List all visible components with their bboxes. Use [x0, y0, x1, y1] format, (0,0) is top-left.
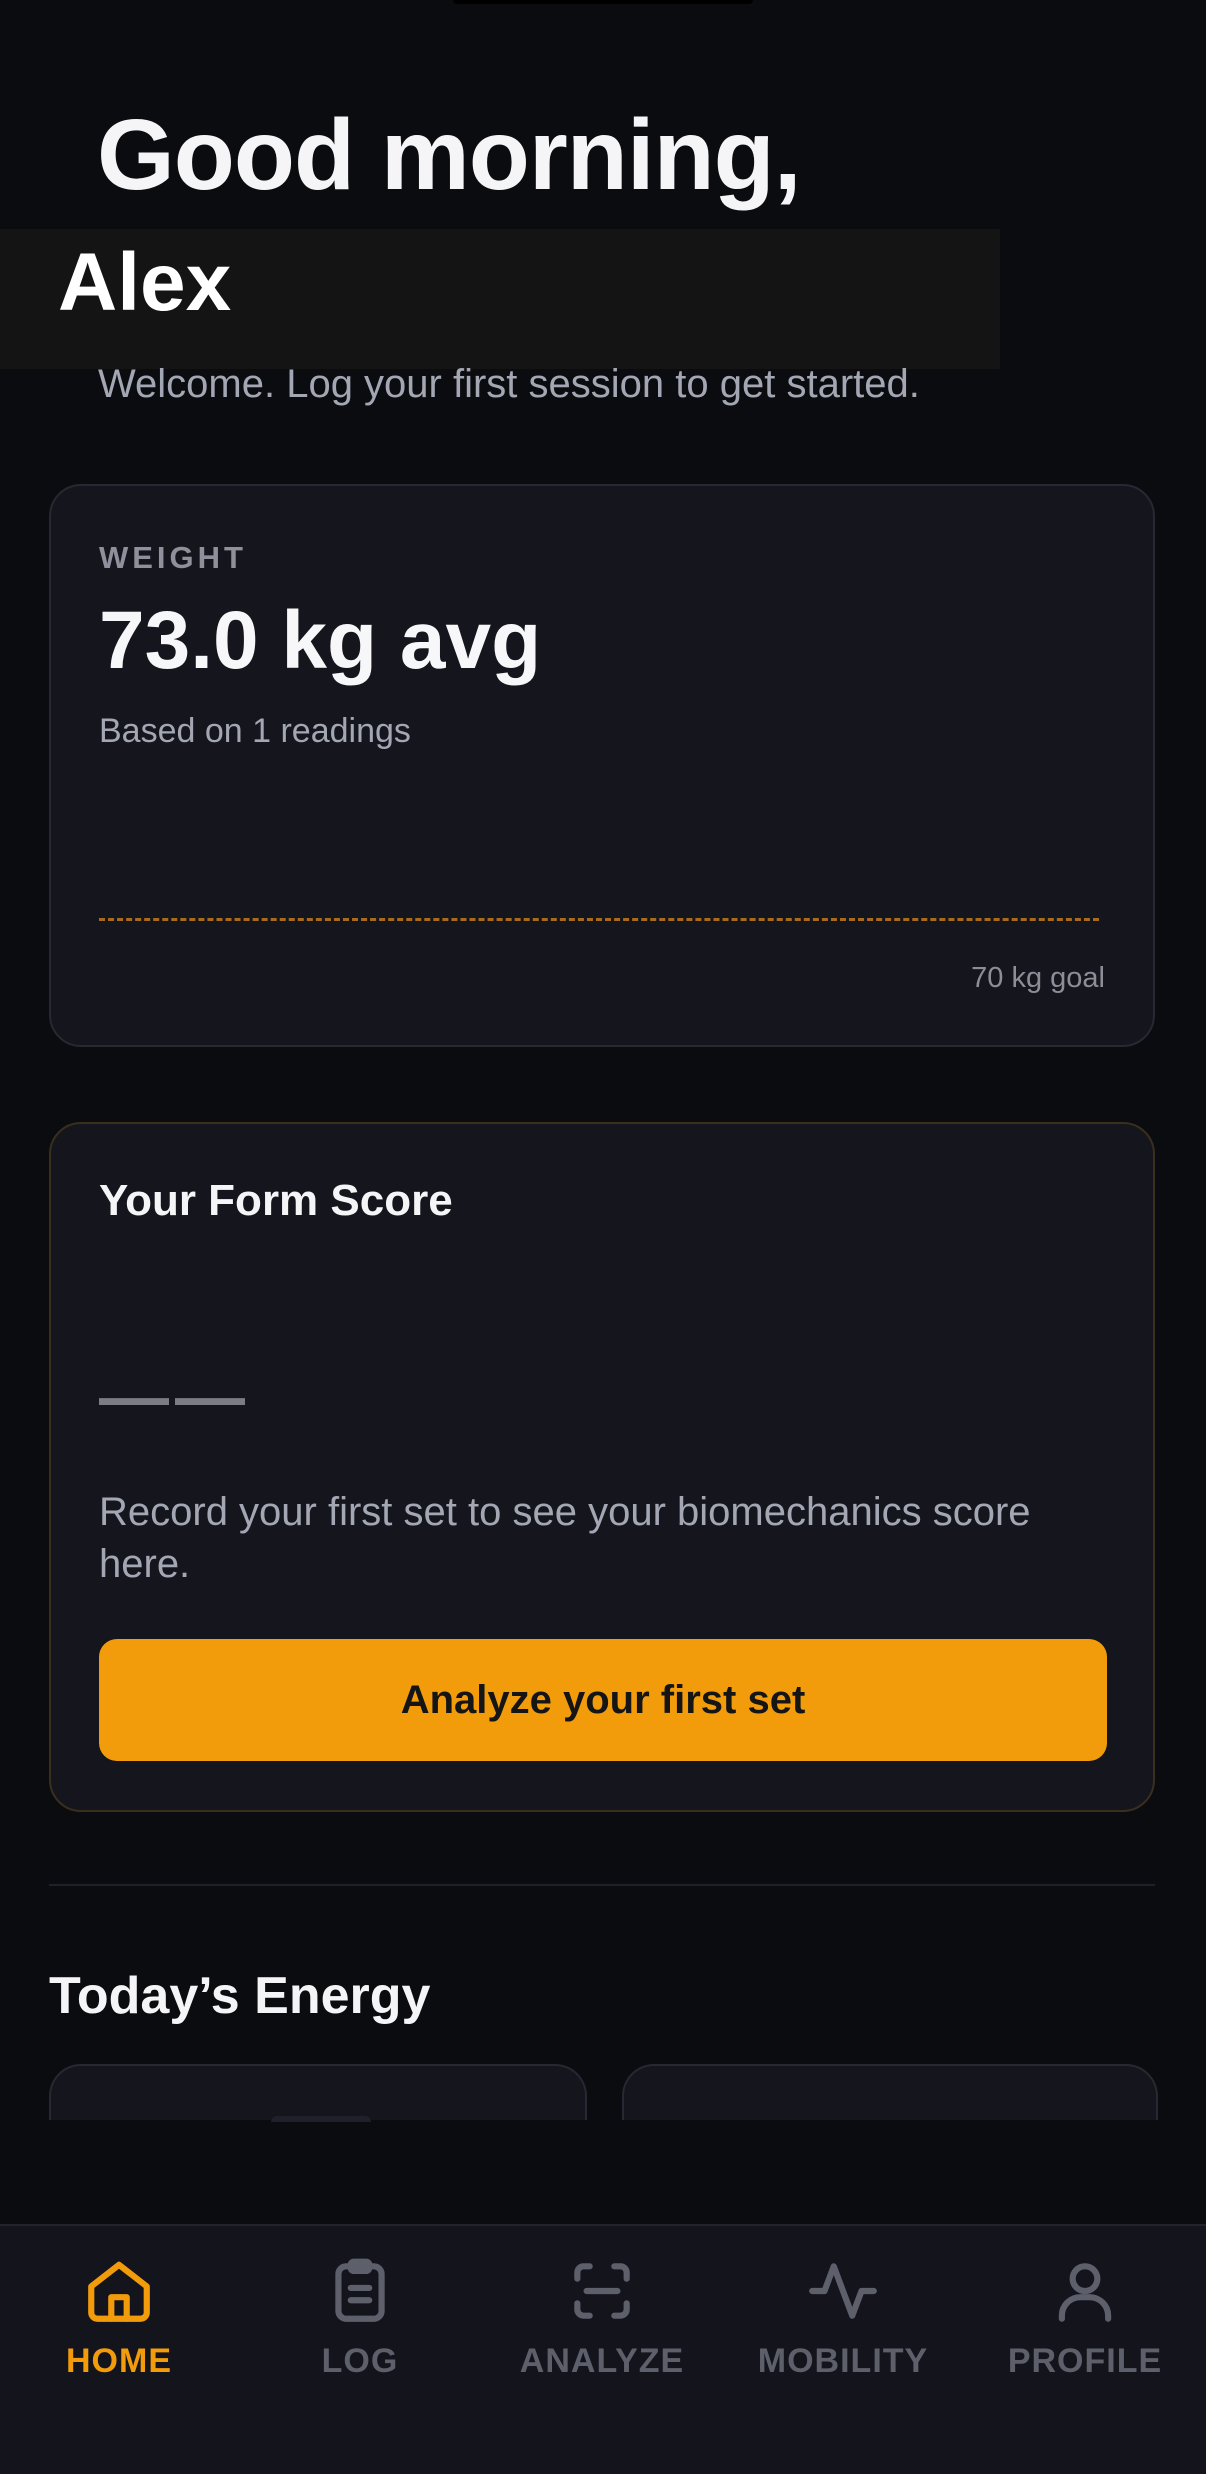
- greeting-title: Good morning,: [97, 99, 802, 211]
- tab-analyze-label: ANALYZE: [519, 2342, 685, 2380]
- form-score-description: Record your first set to see your biomec…: [99, 1490, 1031, 1586]
- status-notch: [453, 0, 753, 4]
- greeting-name: Alex: [58, 237, 232, 328]
- tab-profile[interactable]: PROFILE: [985, 2254, 1185, 2404]
- section-divider: [49, 1884, 1155, 1886]
- energy-ring: [271, 2116, 371, 2122]
- weight-value: 73.0 kg avg: [99, 595, 542, 686]
- energy-section-title: Today’s Energy: [49, 1967, 431, 2025]
- tab-log[interactable]: LOG: [260, 2254, 460, 2404]
- scan-icon: [574, 2263, 630, 2319]
- user-icon: [1058, 2263, 1112, 2322]
- tab-analyze[interactable]: ANALYZE: [502, 2254, 702, 2404]
- weight-goal-line: [99, 918, 1099, 921]
- form-score-placeholder: ——: [99, 1357, 251, 1435]
- activity-icon: [809, 2263, 877, 2319]
- weight-label: WEIGHT: [99, 540, 247, 575]
- form-score-title: Your Form Score: [99, 1176, 453, 1225]
- welcome-text: Welcome. Log your first session to get s…: [98, 362, 920, 406]
- weight-card[interactable]: WEIGHT 73.0 kg avg Based on 1 readings 7…: [49, 484, 1155, 1047]
- tab-home-label: HOME: [66, 2342, 172, 2380]
- bottom-tab-bar: HOME LOG ANALYZE MOBILITY PROFILE: [0, 2224, 1206, 2474]
- home-icon: [88, 2261, 150, 2322]
- clipboard-icon: [335, 2258, 385, 2322]
- form-score-card: Your Form Score —— Record your first set…: [49, 1122, 1155, 1812]
- tab-log-label: LOG: [321, 2342, 399, 2380]
- energy-card-right[interactable]: [622, 2064, 1158, 2120]
- energy-card-left[interactable]: [49, 2064, 587, 2122]
- analyze-first-set-button[interactable]: Analyze your first set: [99, 1639, 1107, 1761]
- weight-subtitle: Based on 1 readings: [99, 712, 411, 750]
- weight-goal-label: 70 kg goal: [971, 962, 1105, 994]
- tab-profile-label: PROFILE: [1007, 2342, 1163, 2380]
- tab-mobility[interactable]: MOBILITY: [743, 2254, 943, 2404]
- tab-home[interactable]: HOME: [19, 2254, 219, 2404]
- tab-mobility-label: MOBILITY: [757, 2342, 929, 2380]
